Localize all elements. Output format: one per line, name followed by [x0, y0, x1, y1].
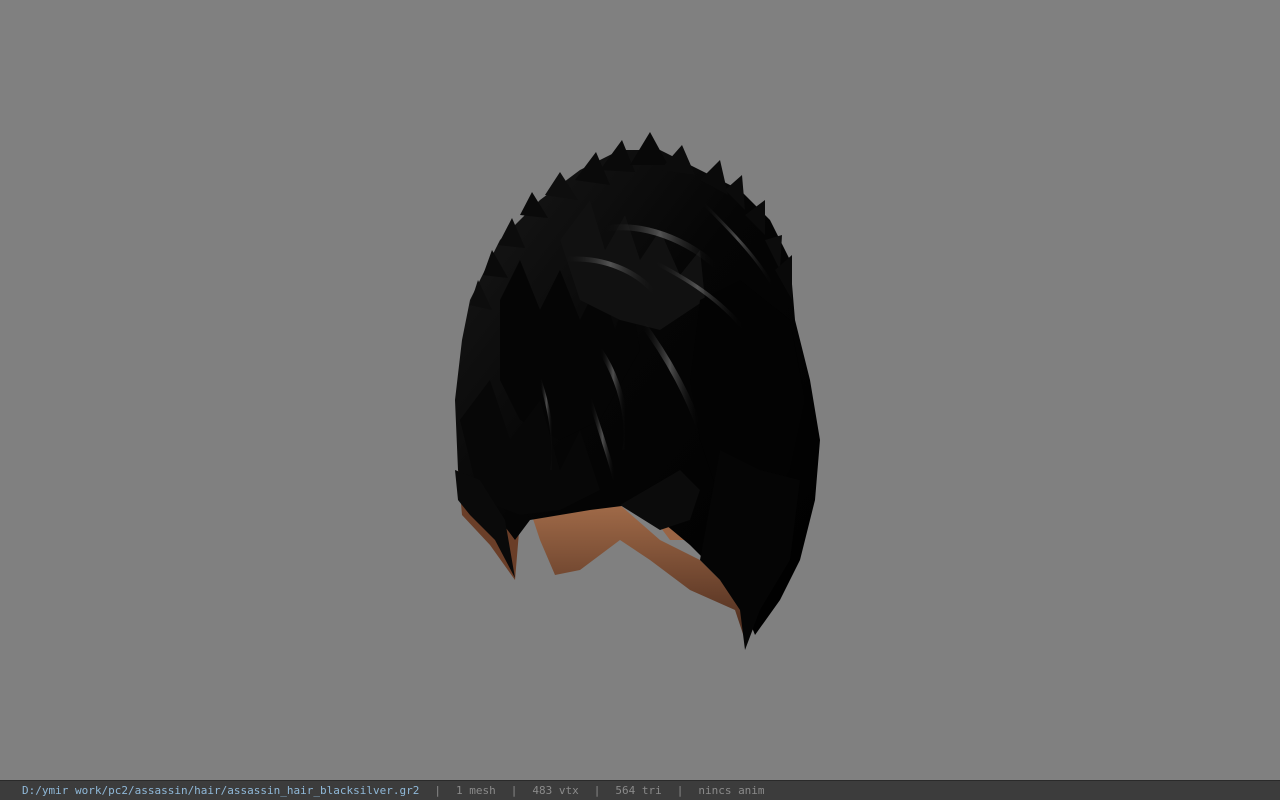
file-path: D:/ymir work/pc2/assassin/hair/assassin_…	[22, 784, 420, 797]
3d-viewport[interactable]	[0, 0, 1280, 780]
vertex-count: 483 vtx	[532, 784, 579, 797]
separator: |	[510, 784, 518, 797]
hair-model-render[interactable]	[0, 0, 1280, 780]
mesh-count: 1 mesh	[455, 784, 496, 797]
separator: |	[593, 784, 601, 797]
triangle-count: 564 tri	[615, 784, 662, 797]
separator: |	[676, 784, 684, 797]
animation-status: nincs anim	[698, 784, 765, 797]
status-bar: D:/ymir work/pc2/assassin/hair/assassin_…	[0, 780, 1280, 800]
separator: |	[434, 784, 441, 797]
